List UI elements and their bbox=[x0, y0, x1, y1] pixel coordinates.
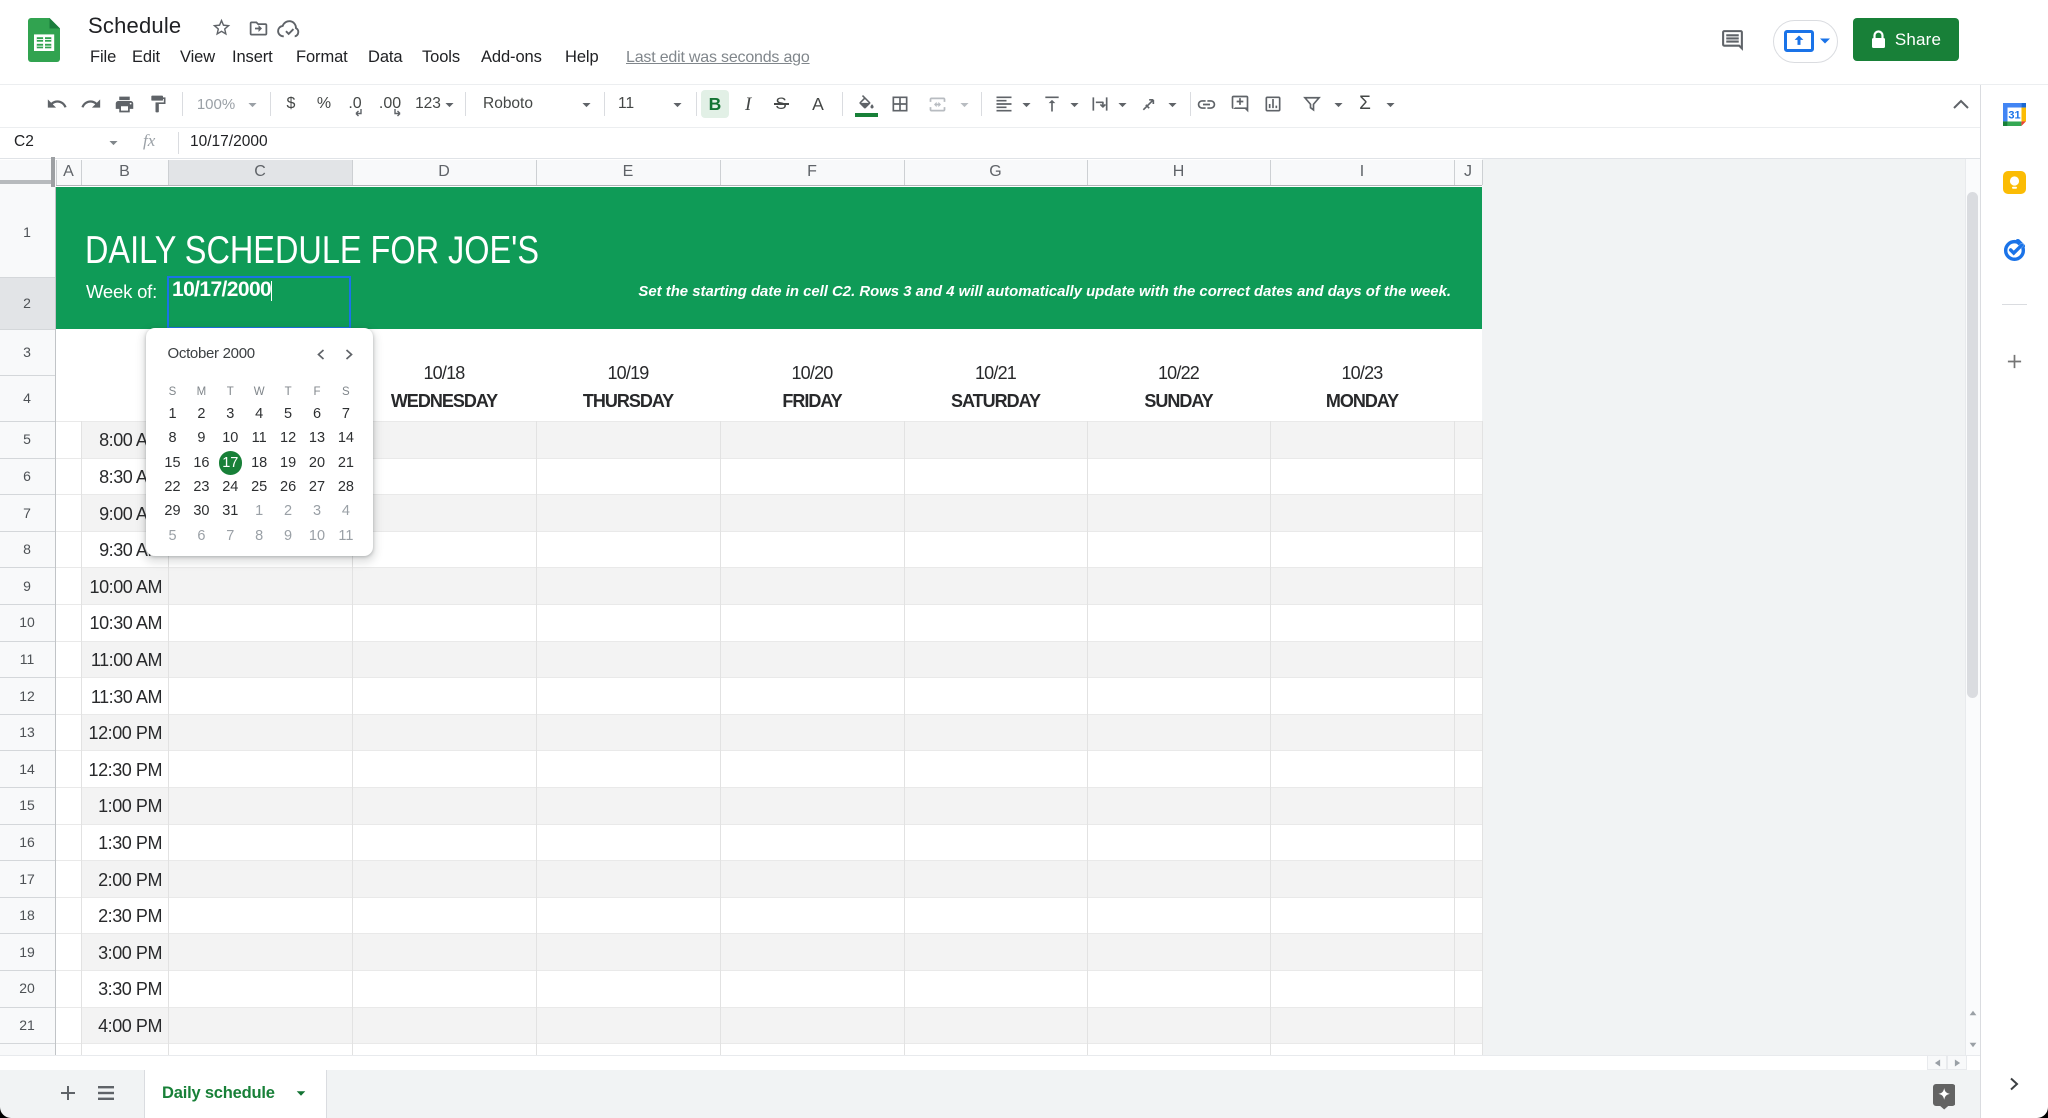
svg-text:31: 31 bbox=[2008, 109, 2020, 121]
